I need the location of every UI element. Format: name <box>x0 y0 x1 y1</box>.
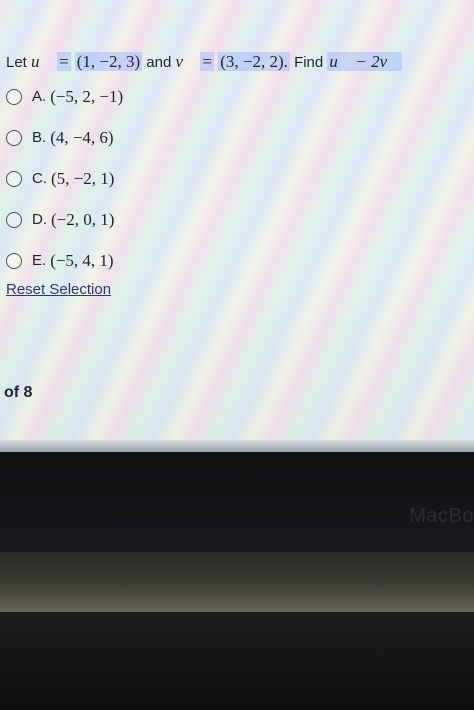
option-letter: B. <box>32 129 47 146</box>
laptop-base <box>0 612 474 710</box>
option-value: (4, −4, 6) <box>50 127 114 147</box>
radio-button[interactable] <box>6 211 22 228</box>
question-text: Let u⃗ = (1, −2, 3) and v⃗ = (3, −2, 2).… <box>6 52 403 72</box>
find-text: Find <box>294 54 324 71</box>
radio-button[interactable] <box>6 252 22 269</box>
option-value: (−5, 2, −1) <box>50 86 124 106</box>
radio-button[interactable] <box>6 88 22 105</box>
laptop-bezel <box>0 452 474 552</box>
option-b[interactable]: B. (4, −4, 6) <box>6 117 123 158</box>
radio-button[interactable] <box>6 129 22 146</box>
equals-sign: = <box>200 52 215 71</box>
question-prefix: Let <box>6 54 27 71</box>
v-vector-symbol: v⃗ <box>175 52 197 71</box>
radio-button[interactable] <box>6 170 22 187</box>
option-letter: E. <box>32 252 47 269</box>
device-brand-label: MacBo <box>409 505 474 527</box>
quiz-screen: Let u⃗ = (1, −2, 3) and v⃗ = (3, −2, 2).… <box>0 0 474 448</box>
and-text: and <box>146 54 172 71</box>
option-letter: D. <box>32 211 47 228</box>
answer-options: A. (−5, 2, −1) B. (4, −4, 6) C. (5, −2, … <box>6 76 123 281</box>
option-letter: C. <box>32 170 47 187</box>
option-e[interactable]: E. (−5, 4, 1) <box>6 240 123 281</box>
equals-sign: = <box>56 52 71 71</box>
option-value: (5, −2, 1) <box>51 168 115 188</box>
reset-selection-link[interactable]: Reset Selection <box>6 281 111 298</box>
laptop-hinge <box>0 552 474 612</box>
option-c[interactable]: C. (5, −2, 1) <box>6 158 123 199</box>
option-a[interactable]: A. (−5, 2, −1) <box>6 76 123 117</box>
option-value: (−5, 4, 1) <box>50 250 114 270</box>
target-expression: u⃗ − 2v⃗ <box>327 52 403 71</box>
v-vector-value: (3, −2, 2). <box>218 52 290 71</box>
option-d[interactable]: D. (−2, 0, 1) <box>6 199 123 240</box>
u-vector-symbol: u⃗ <box>31 52 53 71</box>
option-letter: A. <box>32 88 47 105</box>
question-page-count: of 8 <box>4 384 33 401</box>
u-vector-value: (1, −2, 3) <box>74 52 143 71</box>
option-value: (−2, 0, 1) <box>51 209 115 229</box>
screen-bottom-edge <box>0 440 474 452</box>
